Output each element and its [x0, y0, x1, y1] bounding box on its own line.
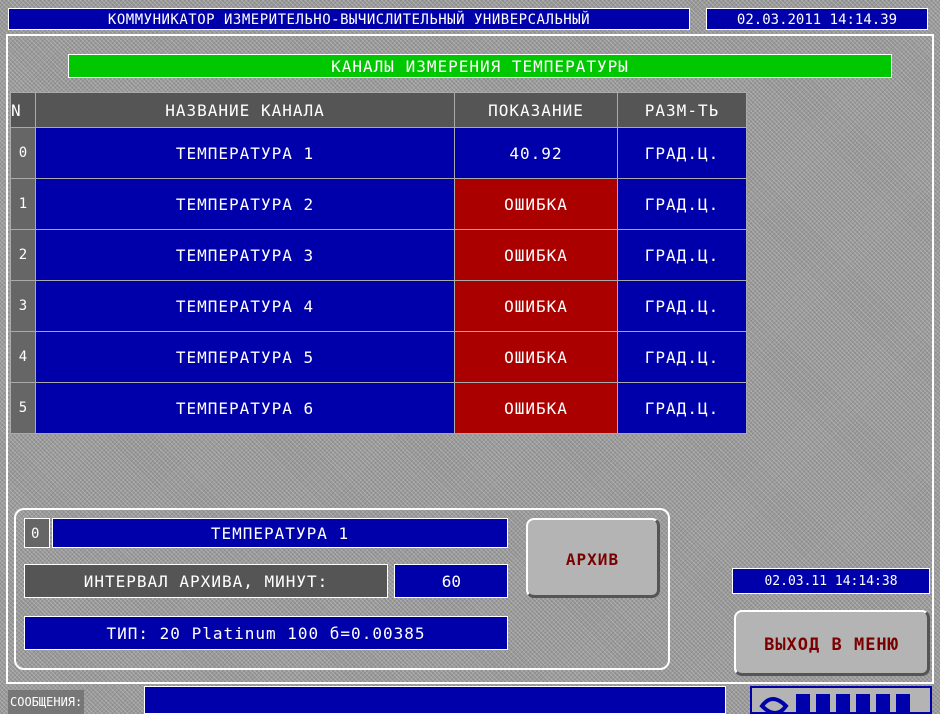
table-header-row: N НАЗВАНИЕ КАНАЛА ПОКАЗАНИЕ РАЗМ-ТЬ	[10, 92, 747, 128]
channel-name[interactable]: ТЕМПЕРАТУРА 3	[35, 229, 455, 281]
channel-name[interactable]: ТЕМПЕРАТУРА 5	[35, 331, 455, 383]
column-header-unit: РАЗМ-ТЬ	[617, 92, 747, 128]
table-row[interactable]: 3 ТЕМПЕРАТУРА 4 ОШИБКА ГРАД.Ц.	[10, 280, 747, 332]
detail-channel-name: ТЕМПЕРАТУРА 1	[52, 518, 508, 548]
channel-value: ОШИБКА	[454, 178, 618, 230]
table-row[interactable]: 2 ТЕМПЕРАТУРА 3 ОШИБКА ГРАД.Ц.	[10, 229, 747, 281]
channels-table: N НАЗВАНИЕ КАНАЛА ПОКАЗАНИЕ РАЗМ-ТЬ 0 ТЕ…	[10, 92, 747, 434]
channel-unit: ГРАД.Ц.	[617, 382, 747, 434]
vendor-logo-icon	[750, 686, 932, 714]
column-header-index: N	[10, 92, 36, 128]
table-row[interactable]: 4 ТЕМПЕРАТУРА 5 ОШИБКА ГРАД.Ц.	[10, 331, 747, 383]
archive-interval-label: ИНТЕРВАЛ АРХИВА, МИНУТ:	[24, 564, 388, 598]
messages-field	[144, 686, 726, 714]
channel-value: ОШИБКА	[454, 382, 618, 434]
table-row[interactable]: 5 ТЕМПЕРАТУРА 6 ОШИБКА ГРАД.Ц.	[10, 382, 747, 434]
channel-name[interactable]: ТЕМПЕРАТУРА 6	[35, 382, 455, 434]
channel-unit: ГРАД.Ц.	[617, 127, 747, 179]
row-index: 2	[10, 229, 36, 281]
row-index: 0	[10, 127, 36, 179]
channel-unit: ГРАД.Ц.	[617, 229, 747, 281]
channel-unit: ГРАД.Ц.	[617, 331, 747, 383]
channel-name[interactable]: ТЕМПЕРАТУРА 4	[35, 280, 455, 332]
row-index: 5	[10, 382, 36, 434]
channel-value: ОШИБКА	[454, 280, 618, 332]
detail-index: 0	[24, 518, 50, 548]
sensor-type-field: ТИП: 20 Platinum 100 б=0.00385	[24, 616, 508, 650]
channel-value: ОШИБКА	[454, 331, 618, 383]
messages-label: СООБЩЕНИЯ:	[8, 690, 85, 714]
app-title: КОММУНИКАТОР ИЗМЕРИТЕЛЬНО-ВЫЧИСЛИТЕЛЬНЫЙ…	[8, 8, 690, 30]
archive-interval-field[interactable]: 60	[394, 564, 508, 598]
channel-name[interactable]: ТЕМПЕРАТУРА 1	[35, 127, 455, 179]
table-row[interactable]: 1 ТЕМПЕРАТУРА 2 ОШИБКА ГРАД.Ц.	[10, 178, 747, 230]
channel-unit: ГРАД.Ц.	[617, 280, 747, 332]
row-index: 1	[10, 178, 36, 230]
channel-unit: ГРАД.Ц.	[617, 178, 747, 230]
table-row[interactable]: 0 ТЕМПЕРАТУРА 1 40.92 ГРАД.Ц.	[10, 127, 747, 179]
header-datetime: 02.03.2011 14:14.39	[706, 8, 928, 30]
row-index: 4	[10, 331, 36, 383]
row-index: 3	[10, 280, 36, 332]
logo-graphic	[759, 694, 910, 712]
footer-datetime: 02.03.11 14:14:38	[732, 568, 930, 594]
exit-to-menu-button[interactable]: ВЫХОД В МЕНЮ	[734, 610, 930, 676]
column-header-name: НАЗВАНИЕ КАНАЛА	[35, 92, 455, 128]
archive-button[interactable]: АРХИВ	[526, 518, 660, 598]
column-header-value: ПОКАЗАНИЕ	[454, 92, 618, 128]
page-title: КАНАЛЫ ИЗМЕРЕНИЯ ТЕМПЕРАТУРЫ	[68, 54, 892, 78]
channel-value: ОШИБКА	[454, 229, 618, 281]
channel-name[interactable]: ТЕМПЕРАТУРА 2	[35, 178, 455, 230]
channel-value: 40.92	[454, 127, 618, 179]
